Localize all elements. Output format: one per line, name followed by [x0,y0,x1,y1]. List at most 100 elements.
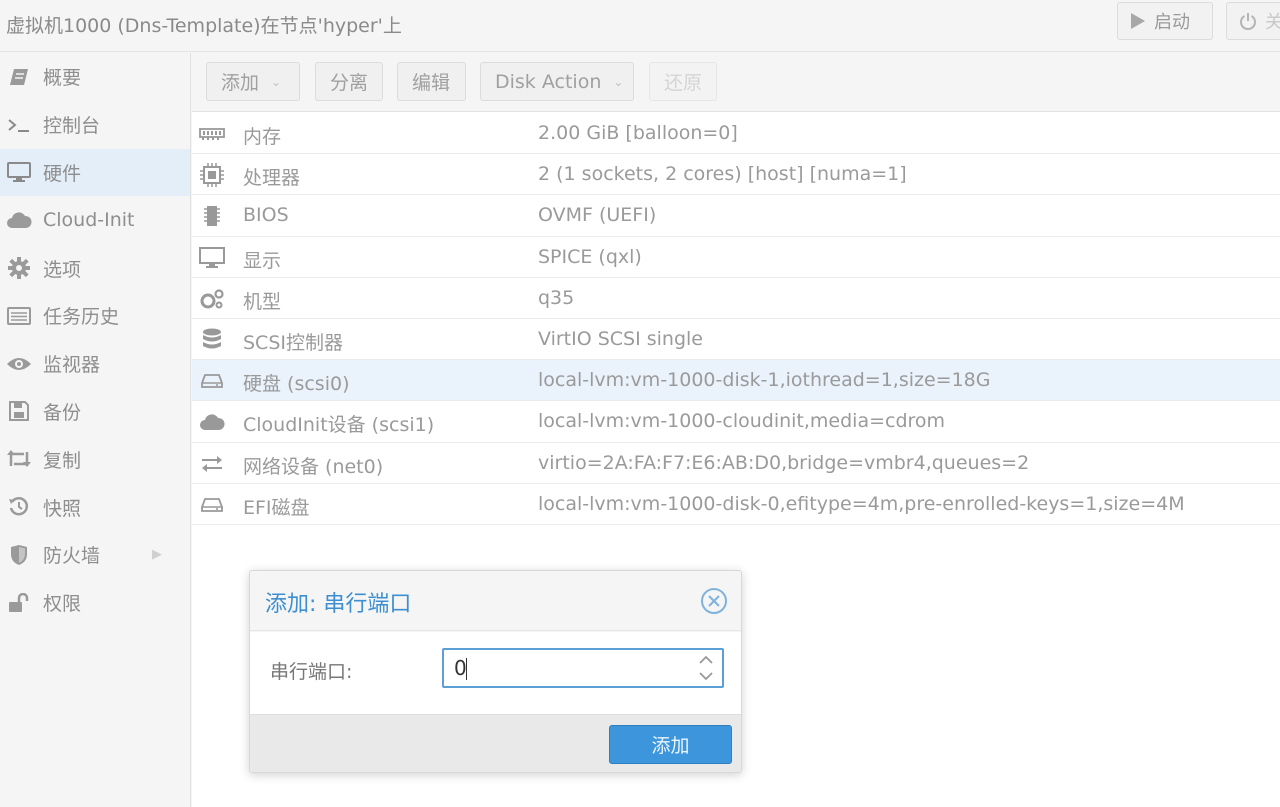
row-value: OVMF (UEFI) [538,204,657,227]
retweet-icon [6,446,32,472]
table-row[interactable]: 显示 SPICE (qxl) [192,236,1280,278]
cloud-icon [199,410,225,434]
chevron-down-icon: ⌄ [271,74,282,89]
disk-action-label: Disk Action [495,70,602,93]
cpu-icon [199,163,225,188]
row-name: 内存 [243,126,282,148]
sidebar-item-monitor[interactable]: 监视器 [0,340,190,388]
sidebar-item-snapshots[interactable]: 快照 [0,483,190,531]
sidebar-item-permissions[interactable]: 权限 [0,579,190,627]
row-name: EFI磁盘 [243,496,310,519]
table-row[interactable]: 内存 2.00 GiB [balloon=0] [192,113,1280,155]
row-value: SPICE (qxl) [538,245,642,268]
page-title: 虚拟机1000 (Dns-Template)在节点'hyper'上 [6,15,402,37]
sidebar-item-label: 任务历史 [43,306,120,329]
history-icon [6,494,32,520]
sidebar-item-label: 复制 [43,449,82,472]
edit-button[interactable]: 编辑 [397,62,466,101]
eye-icon [6,351,32,377]
sidebar-item-label: 概要 [43,67,82,90]
table-row[interactable]: 处理器 2 (1 sockets, 2 cores) [host] [numa=… [192,154,1280,196]
add-button[interactable]: 添加 ⌄ [206,62,300,101]
table-row[interactable]: CloudInit设备 (scsi1) local-lvm:vm-1000-cl… [192,401,1280,443]
sidebar-item-hardware[interactable]: 硬件 [0,148,190,197]
sidebar-item-label: 权限 [43,593,82,616]
table-row[interactable]: BIOS OVMF (UEFI) [192,195,1280,237]
disk-action-button[interactable]: Disk Action ⌄ [480,62,634,101]
play-icon [1131,13,1145,29]
row-name: 硬盘 (scsi0) [243,373,350,396]
desktop-icon [199,246,225,270]
sidebar-item-summary[interactable]: 概要 [0,53,190,101]
chevron-down-icon: ⌄ [613,74,624,89]
row-name: CloudInit设备 (scsi1) [243,414,435,437]
sidebar: 概要 控制台 硬件 Cloud-Init 选项 任务历史 监视器 备份 复制 快… [0,53,191,807]
hardware-toolbar: 添加 ⌄ 分离 编辑 Disk Action ⌄ 还原 [192,53,1280,112]
detach-button[interactable]: 分离 [315,62,383,101]
floppy-icon [6,398,32,424]
sidebar-item-firewall[interactable]: 防火墙 ▶ [0,531,190,579]
table-row[interactable]: 网络设备 (net0) virtio=2A:FA:F7:E6:AB:D0,bri… [192,442,1280,484]
summary-book-icon [6,64,32,90]
dialog-footer: 添加 [250,714,741,772]
revert-button-label: 还原 [664,72,703,94]
spinner-arrows-icon[interactable] [698,653,714,683]
serial-port-number-field[interactable]: 0 [442,648,724,688]
sidebar-item-cloud-init[interactable]: Cloud-Init [0,196,190,244]
detach-button-label: 分离 [330,72,369,94]
row-value: local-lvm:vm-1000-disk-0,efitype=4m,pre-… [538,492,1185,515]
sidebar-item-replication[interactable]: 复制 [0,435,190,483]
row-name: 显示 [243,249,282,272]
revert-button[interactable]: 还原 [649,62,717,101]
sidebar-item-task-history[interactable]: 任务历史 [0,292,190,340]
pve-vm-hardware-page: 虚拟机1000 (Dns-Template)在节点'hyper'上 启动 关 概… [0,0,1280,807]
sidebar-item-label: 监视器 [43,354,101,377]
row-value: local-lvm:vm-1000-disk-1,iothread=1,size… [538,369,991,392]
table-row[interactable]: SCSI控制器 VirtIO SCSI single [192,318,1280,361]
serial-port-label: 串行端口: [270,661,353,683]
sidebar-item-label: 备份 [43,401,82,424]
sidebar-item-backup[interactable]: 备份 [0,388,190,436]
sidebar-item-label: 防火墙 [43,545,101,568]
hdd-icon [199,493,225,517]
dialog-add-button[interactable]: 添加 [609,725,732,764]
row-name: 处理器 [243,167,301,190]
shutdown-label: 关 [1265,8,1280,34]
sidebar-item-label: 选项 [43,258,82,281]
edit-button-label: 编辑 [412,72,451,94]
row-value: virtio=2A:FA:F7:E6:AB:D0,bridge=vmbr4,qu… [538,451,1030,474]
sidebar-item-console[interactable]: 控制台 [0,101,190,149]
row-value: local-lvm:vm-1000-cloudinit,media=cdrom [538,410,946,433]
sidebar-item-options[interactable]: 选项 [0,244,190,292]
monitor-icon [6,159,32,185]
memory-icon [199,122,225,146]
database-icon [199,328,225,352]
row-name: SCSI控制器 [243,331,343,354]
close-icon[interactable] [700,587,728,615]
power-icon [1240,13,1256,30]
table-row[interactable]: 机型 q35 [192,277,1280,319]
hdd-icon [199,369,225,393]
row-name: 网络设备 (net0) [243,455,384,478]
row-value: 2 (1 sockets, 2 cores) [host] [numa=1] [538,163,907,186]
dialog-body: 串行端口: 0 [250,632,741,714]
serial-port-value: 0 [454,656,467,680]
start-button[interactable]: 启动 [1117,2,1213,40]
terminal-icon [6,112,32,138]
sidebar-item-label: 硬件 [43,162,82,185]
shutdown-button[interactable]: 关 [1226,2,1280,40]
sidebar-item-label: 快照 [43,497,82,520]
table-row[interactable]: 硬盘 (scsi0) local-lvm:vm-1000-disk-1,ioth… [192,360,1280,402]
unlock-icon [6,590,32,616]
table-row[interactable]: EFI磁盘 local-lvm:vm-1000-disk-0,efitype=4… [192,483,1280,525]
add-button-label: 添加 [221,72,260,94]
sidebar-item-label: 控制台 [43,115,101,138]
text-caret [466,658,467,680]
row-value: 2.00 GiB [balloon=0] [538,122,738,144]
row-name: 机型 [243,290,282,313]
list-icon [6,303,32,329]
sidebar-item-label: Cloud-Init [43,209,135,232]
row-value: q35 [538,286,575,309]
chevron-right-icon[interactable]: ▶ [152,547,162,562]
hardware-table: 内存 2.00 GiB [balloon=0] 处理器 2 (1 sockets… [192,113,1280,525]
